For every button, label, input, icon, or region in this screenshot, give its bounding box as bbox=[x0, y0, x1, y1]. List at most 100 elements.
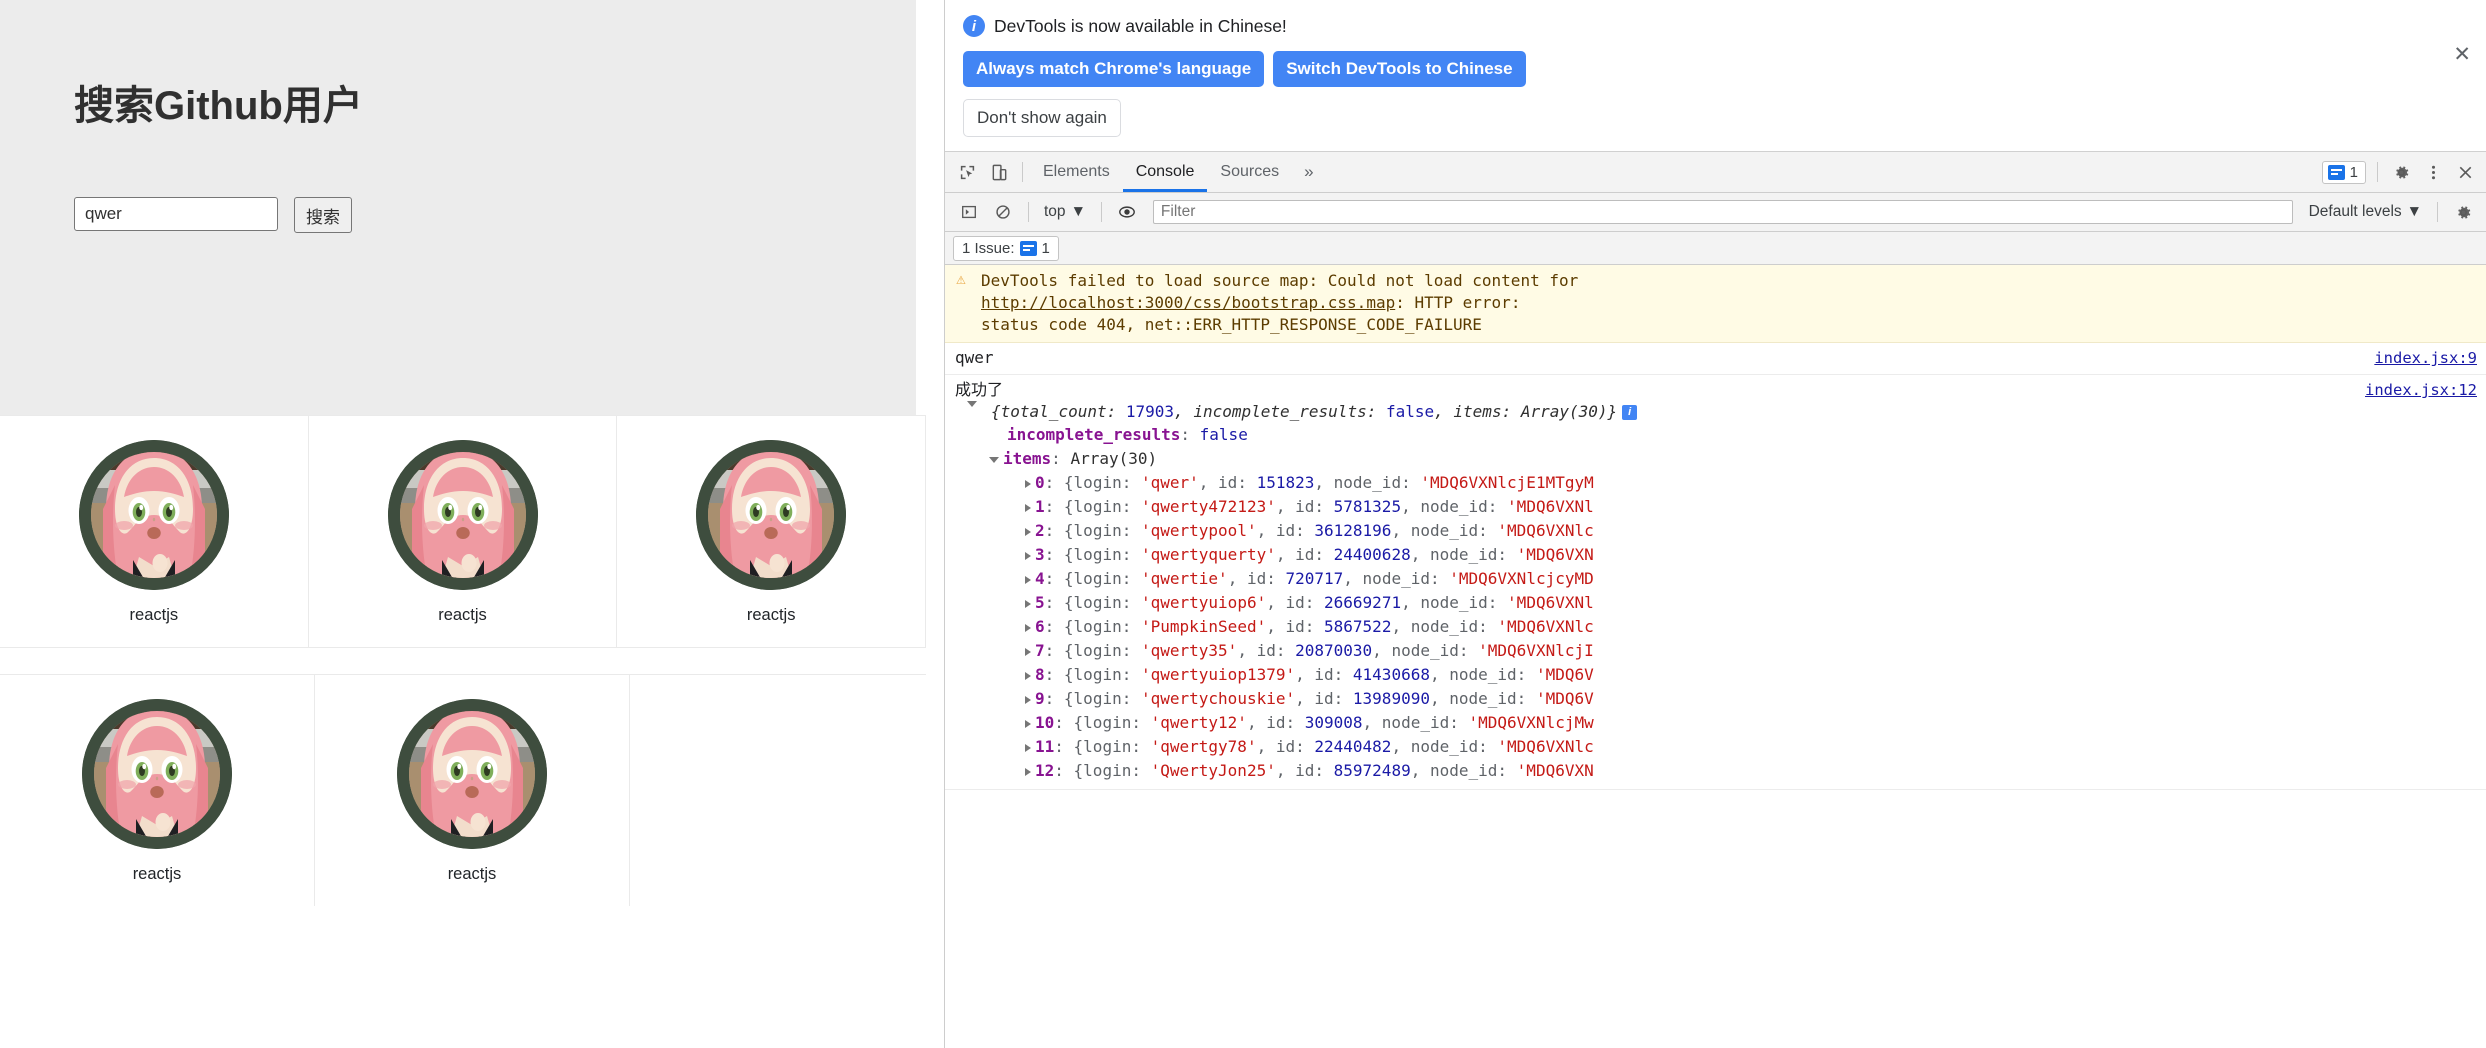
expand-triangle-icon[interactable] bbox=[1025, 647, 1031, 656]
expand-triangle-icon[interactable] bbox=[1025, 671, 1031, 680]
avatar bbox=[78, 440, 229, 590]
close-devtools-icon[interactable] bbox=[2449, 157, 2481, 187]
expand-triangle-icon[interactable] bbox=[1025, 527, 1031, 536]
expand-triangle-icon[interactable] bbox=[1025, 575, 1031, 584]
array-item-row[interactable]: 5: {login: 'qwertyuiop6', id: 26669271, … bbox=[955, 591, 2477, 615]
settings-gear-icon[interactable] bbox=[2385, 157, 2417, 187]
array-item-row[interactable]: 1: {login: 'qwerty472123', id: 5781325, … bbox=[955, 495, 2477, 519]
switch-devtools-to-chinese-button[interactable]: Switch DevTools to Chinese bbox=[1273, 51, 1526, 87]
issue-icon bbox=[2327, 164, 2345, 180]
dont-show-again-button[interactable]: Don't show again bbox=[963, 99, 1121, 137]
info-icon: i bbox=[963, 15, 985, 37]
expand-triangle-icon[interactable] bbox=[1025, 599, 1031, 608]
expand-triangle-icon[interactable] bbox=[1025, 623, 1031, 632]
array-item-row[interactable]: 9: {login: 'qwertychouskie', id: 1398909… bbox=[955, 687, 2477, 711]
user-card[interactable]: reactjs bbox=[0, 675, 315, 906]
array-item-row[interactable]: 11: {login: 'qwertgy78', id: 22440482, n… bbox=[955, 735, 2477, 759]
issues-summary-label: 1 Issue: bbox=[962, 239, 1015, 257]
expand-triangle-icon[interactable] bbox=[1025, 767, 1031, 776]
close-icon[interactable]: ✕ bbox=[2453, 44, 2471, 65]
expand-triangle-icon[interactable] bbox=[1025, 719, 1031, 728]
array-item-row[interactable]: 7: {login: 'qwerty35', id: 20870030, nod… bbox=[955, 639, 2477, 663]
array-item-row[interactable]: 2: {login: 'qwertypool', id: 36128196, n… bbox=[955, 519, 2477, 543]
array-item-row[interactable]: 10: {login: 'qwerty12', id: 309008, node… bbox=[955, 711, 2477, 735]
clear-console-icon[interactable] bbox=[987, 197, 1019, 227]
search-button[interactable]: 搜索 bbox=[294, 197, 352, 233]
login-key: login: bbox=[1073, 521, 1141, 540]
log-levels-selector[interactable]: Default levels ▼ bbox=[2303, 203, 2428, 221]
colon: : bbox=[1044, 497, 1064, 516]
user-card[interactable]: reactjs bbox=[0, 416, 309, 647]
array-item-row[interactable]: 0: {login: 'qwer', id: 151823, node_id: … bbox=[955, 471, 2477, 495]
colon: : bbox=[1044, 521, 1064, 540]
colon: : bbox=[1051, 449, 1071, 468]
array-item-row[interactable]: 3: {login: 'qwertyquerty', id: 24400628,… bbox=[955, 543, 2477, 567]
id-value: 13989090 bbox=[1352, 689, 1430, 708]
warning-text: DevTools failed to load source map: Coul… bbox=[955, 270, 2477, 336]
more-options-icon[interactable] bbox=[2417, 157, 2449, 187]
array-item-row[interactable]: 4: {login: 'qwertie', id: 720717, node_i… bbox=[955, 567, 2477, 591]
expand-triangle-icon[interactable] bbox=[1025, 503, 1031, 512]
brace: { bbox=[1073, 737, 1084, 756]
array-item-row[interactable]: 8: {login: 'qwertyuiop1379', id: 4143066… bbox=[955, 663, 2477, 687]
node-id-value: 'MDQ6VXNlcjMw bbox=[1468, 713, 1594, 732]
id-key: , id: bbox=[1256, 521, 1315, 540]
search-input[interactable] bbox=[74, 197, 278, 231]
tab-console[interactable]: Console bbox=[1123, 152, 1208, 192]
colon: : bbox=[1044, 569, 1064, 588]
console-sidebar-toggle-icon[interactable] bbox=[953, 197, 985, 227]
console-settings-gear-icon[interactable] bbox=[2447, 197, 2479, 227]
more-tabs-icon[interactable]: » bbox=[1292, 162, 1325, 182]
toggle-device-toolbar-icon[interactable] bbox=[983, 157, 1015, 187]
log-source-link[interactable]: index.jsx:9 bbox=[2374, 347, 2477, 369]
node-id-key: , node_id: bbox=[1391, 521, 1498, 540]
tab-sources[interactable]: Sources bbox=[1207, 152, 1292, 192]
object-property-row: items: Array(30) bbox=[955, 447, 2477, 471]
node-id-value: 'MDQ6VXNlcjcyMD bbox=[1449, 569, 1594, 588]
brace: { bbox=[1073, 713, 1084, 732]
execution-context-label: top bbox=[1044, 203, 1066, 220]
user-card[interactable]: reactjs bbox=[315, 675, 630, 906]
user-card[interactable]: reactjs bbox=[617, 416, 927, 647]
incomplete-results-key: , incomplete_results: bbox=[1174, 402, 1386, 421]
node-id-key: , node_id: bbox=[1391, 617, 1498, 636]
login-key: login: bbox=[1073, 641, 1141, 660]
inspect-element-icon[interactable] bbox=[951, 157, 983, 187]
console-filter-input[interactable] bbox=[1152, 200, 2293, 224]
warning-line-3: status code 404, net::ERR_HTTP_RESPONSE_… bbox=[981, 315, 1482, 334]
brace: { bbox=[1073, 761, 1084, 780]
login-key: login: bbox=[1083, 713, 1151, 732]
colon: : bbox=[1054, 713, 1074, 732]
array-index: 3 bbox=[1035, 545, 1045, 564]
tab-elements[interactable]: Elements bbox=[1030, 152, 1123, 192]
live-expression-eye-icon[interactable] bbox=[1111, 197, 1143, 227]
array-item-row[interactable]: 12: {login: 'QwertyJon25', id: 85972489,… bbox=[955, 759, 2477, 783]
toolbar-divider bbox=[2377, 162, 2378, 182]
array-index: 6 bbox=[1035, 617, 1045, 636]
expand-triangle-icon[interactable] bbox=[989, 456, 999, 463]
issues-badge[interactable]: 1 bbox=[2321, 160, 2366, 184]
node-id-key: , node_id: bbox=[1429, 689, 1536, 708]
expand-triangle-icon[interactable] bbox=[1025, 695, 1031, 704]
array-item-row[interactable]: 6: {login: 'PumpkinSeed', id: 5867522, n… bbox=[955, 615, 2477, 639]
expand-triangle-icon[interactable] bbox=[1025, 743, 1031, 752]
array-index: 5 bbox=[1035, 593, 1045, 612]
brace: { bbox=[1063, 665, 1074, 684]
chevron-down-icon: ▼ bbox=[2406, 203, 2422, 220]
array-index: 11 bbox=[1035, 737, 1055, 756]
log-source-link[interactable]: index.jsx:12 bbox=[2365, 379, 2477, 401]
id-value: 36128196 bbox=[1314, 521, 1392, 540]
always-match-chrome-language-button[interactable]: Always match Chrome's language bbox=[963, 51, 1265, 87]
info-icon[interactable]: i bbox=[1622, 405, 1638, 420]
expand-triangle-icon[interactable] bbox=[1025, 551, 1031, 560]
console-toolbar: top ▼ Default levels ▼ bbox=[945, 193, 2486, 232]
console-log-message: qwer index.jsx:9 bbox=[945, 343, 2486, 375]
issues-summary-button[interactable]: 1 Issue: 1 bbox=[953, 235, 1059, 261]
execution-context-selector[interactable]: top ▼ bbox=[1038, 203, 1092, 221]
expand-triangle-icon[interactable] bbox=[1025, 479, 1031, 488]
object-preview[interactable]: {total_count: 17903, incomplete_results:… bbox=[991, 401, 2001, 423]
source-map-url-link[interactable]: http://localhost:3000/css/bootstrap.css.… bbox=[981, 293, 1395, 312]
user-card[interactable]: reactjs bbox=[308, 416, 618, 647]
expand-triangle-icon[interactable] bbox=[967, 401, 977, 407]
id-key: , id: bbox=[1266, 617, 1325, 636]
